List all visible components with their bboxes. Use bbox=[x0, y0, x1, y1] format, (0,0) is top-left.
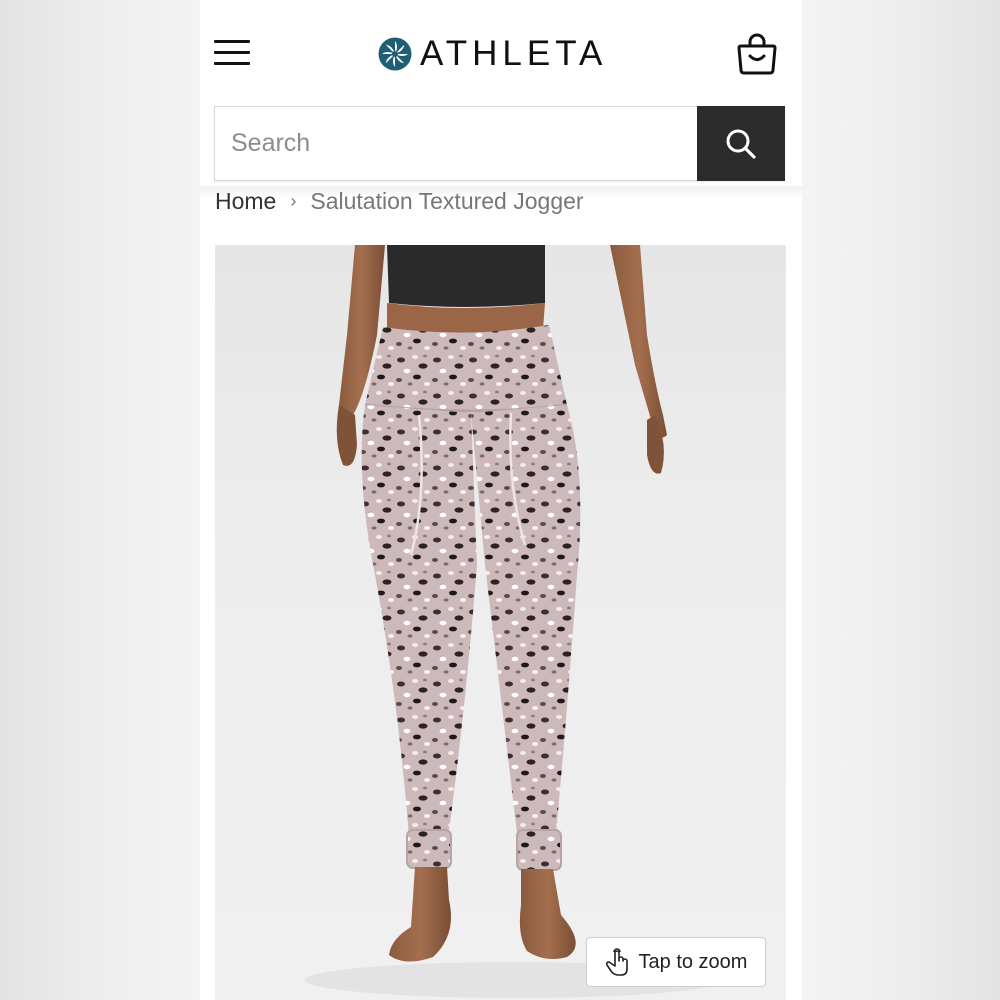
background-left bbox=[0, 0, 200, 1000]
brand-name: ATHLETA bbox=[420, 34, 608, 73]
hamburger-menu-icon[interactable] bbox=[214, 38, 252, 68]
product-photo[interactable] bbox=[215, 245, 786, 1000]
header-shadow bbox=[200, 186, 802, 198]
tap-to-zoom-button[interactable]: Tap to zoom bbox=[586, 937, 766, 987]
tap-hand-icon bbox=[605, 948, 628, 976]
mobile-page: ATHLETA Home › Salutation Textured Jogge… bbox=[200, 0, 802, 1000]
search-button[interactable] bbox=[697, 106, 785, 181]
search-input[interactable] bbox=[215, 107, 699, 180]
shopping-bag-icon[interactable] bbox=[736, 32, 778, 76]
athleta-logo-mark-icon bbox=[378, 37, 412, 71]
search-icon bbox=[726, 129, 756, 159]
search-bar bbox=[214, 106, 785, 181]
tap-to-zoom-label: Tap to zoom bbox=[638, 950, 748, 973]
background-right bbox=[802, 0, 1000, 1000]
product-photo-illustration bbox=[305, 245, 725, 998]
brand-logo[interactable]: ATHLETA bbox=[378, 34, 607, 74]
